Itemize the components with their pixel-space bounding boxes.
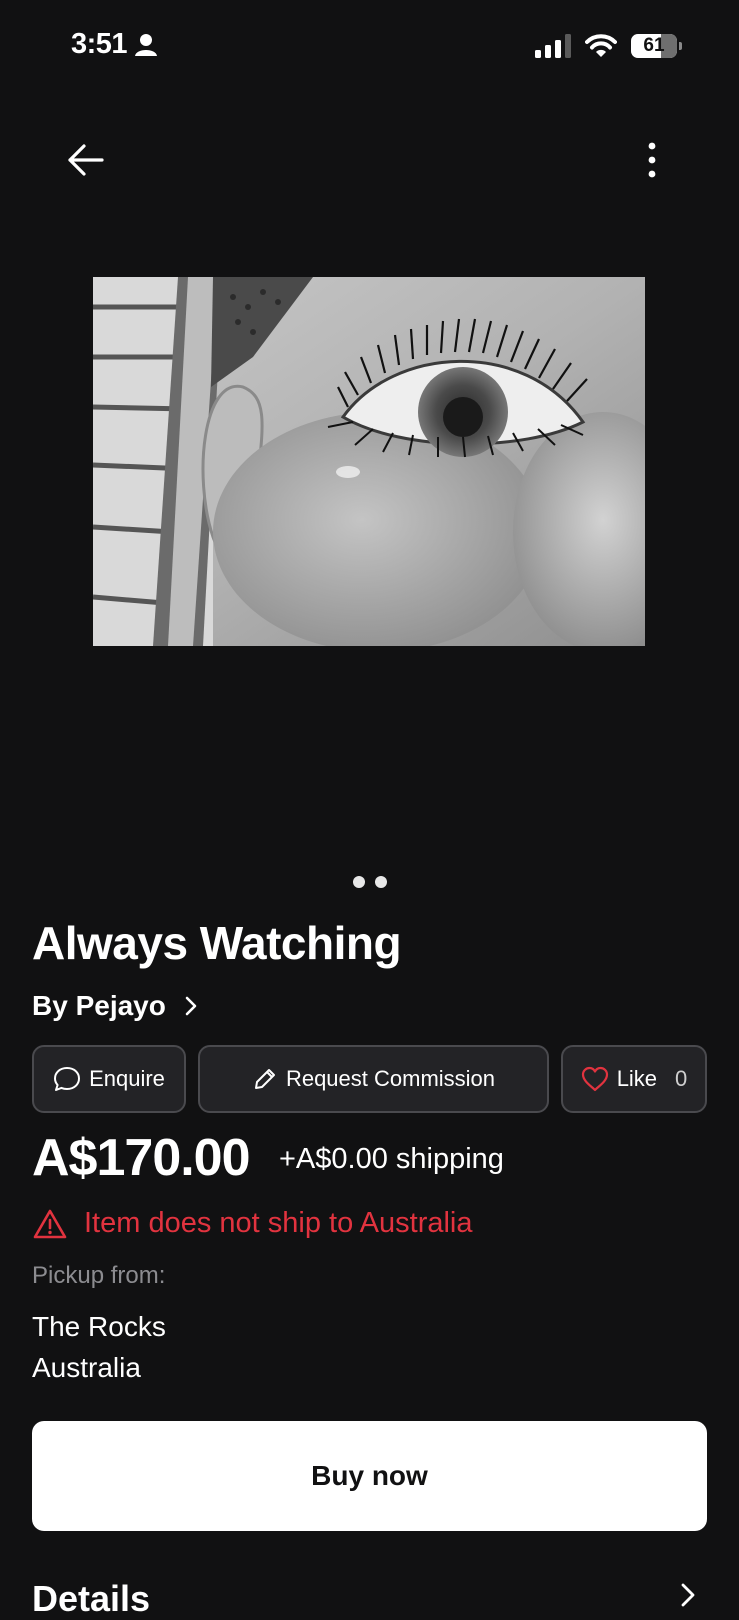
pager-dot[interactable] (352, 876, 365, 888)
buy-now-button[interactable]: Buy now (32, 1421, 707, 1531)
battery-indicator: 61 (631, 34, 682, 58)
details-heading[interactable]: Details (32, 1578, 150, 1620)
shipping-warning: Item does not ship to Australia (32, 1207, 473, 1240)
person-icon (135, 33, 158, 56)
artist-link[interactable]: By Pejayo (32, 990, 198, 1022)
warning-triangle-icon (33, 1209, 67, 1238)
status-time: 3:51 (71, 28, 158, 61)
artwork-title: Always Watching (32, 917, 402, 969)
more-options-button[interactable] (628, 136, 676, 184)
heart-icon (581, 1066, 608, 1092)
battery-level: 61 (643, 35, 665, 56)
artist-name: By Pejayo (32, 990, 166, 1021)
request-commission-button[interactable]: Request Commission (198, 1045, 549, 1113)
back-button[interactable] (62, 136, 110, 184)
like-label: Like (616, 1066, 658, 1091)
arrow-left-icon (68, 144, 104, 176)
artwork-illustration (93, 277, 645, 646)
pager-dot[interactable] (374, 876, 387, 888)
pickup-label: Pickup from: (32, 1262, 166, 1289)
request-commission-label: Request Commission (285, 1066, 496, 1091)
pickup-location-line1: The Rocks (32, 1311, 166, 1342)
wifi-icon (585, 34, 617, 57)
chevron-right-icon (185, 996, 197, 1016)
shipping-warning-text: Item does not ship to Australia (84, 1207, 473, 1239)
details-chevron-icon[interactable] (680, 1582, 696, 1613)
image-pager[interactable] (0, 876, 739, 888)
artwork-image[interactable] (93, 277, 645, 646)
like-count: 0 (675, 1066, 688, 1091)
more-vertical-icon (648, 142, 656, 178)
status-indicators: 61 (535, 34, 682, 58)
price: A$170.00 (32, 1129, 251, 1187)
pencil-icon (254, 1069, 275, 1089)
chat-bubble-icon (54, 1067, 81, 1091)
enquire-button[interactable]: Enquire (32, 1045, 186, 1113)
enquire-label: Enquire (89, 1066, 165, 1091)
cellular-signal-icon (535, 34, 571, 58)
like-button[interactable]: Like 0 (561, 1045, 707, 1113)
shipping-cost: +A$0.00 shipping (279, 1143, 504, 1175)
status-time-text: 3:51 (71, 28, 128, 60)
pickup-location-line2: Australia (32, 1352, 141, 1383)
